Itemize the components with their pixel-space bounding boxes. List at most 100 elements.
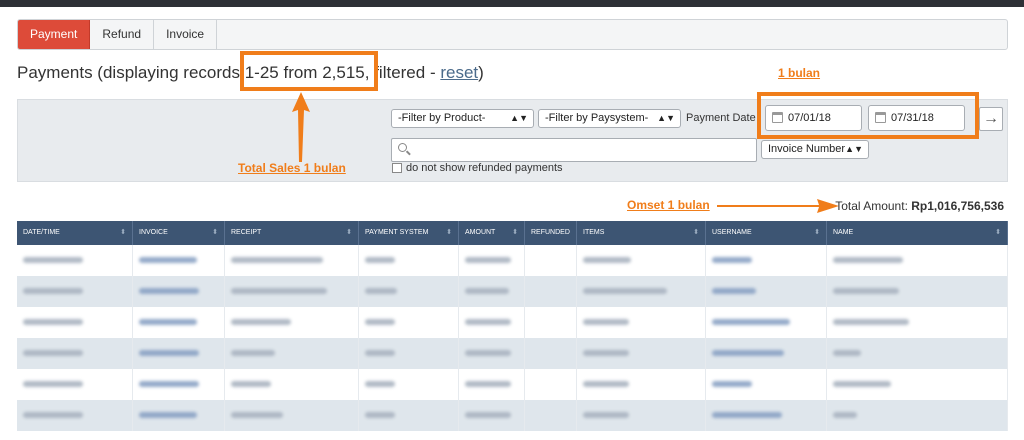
search-field-value: Invoice Number xyxy=(768,143,846,155)
col-header-name[interactable]: NAME ⬍ xyxy=(827,221,1008,245)
table-row[interactable] xyxy=(17,245,1008,276)
table-cell xyxy=(359,245,459,276)
payments-table: DATE/TIME ⬍ INVOICE ⬍ RECEIPT ⬍ PAYMENT SYS… xyxy=(17,221,1008,431)
blurred-cell-content xyxy=(139,412,197,418)
col-header-amount[interactable]: AMOUNT ⬍ xyxy=(459,221,525,245)
table-cell xyxy=(525,307,577,338)
blurred-cell-content xyxy=(231,319,291,325)
col-header-items[interactable]: ITEMS ⬍ xyxy=(577,221,706,245)
title-close: ) xyxy=(478,63,484,82)
table-cell xyxy=(17,307,133,338)
table-cell xyxy=(225,276,359,307)
blurred-cell-content xyxy=(23,288,83,294)
blurred-cell-content xyxy=(465,288,509,294)
blurred-cell-content xyxy=(23,350,83,356)
blurred-cell-content xyxy=(465,319,511,325)
reset-link[interactable]: reset xyxy=(440,63,478,82)
table-cell xyxy=(17,245,133,276)
table-cell xyxy=(577,338,706,369)
table-cell xyxy=(706,307,827,338)
select-arrows-icon: ▲▼ xyxy=(845,144,863,154)
search-input[interactable] xyxy=(391,138,757,162)
col-header-username[interactable]: USERNAME ⬍ xyxy=(706,221,827,245)
blurred-cell-content xyxy=(465,350,511,356)
annotation-one-month: 1 bulan xyxy=(778,66,821,80)
col-header-invoice[interactable]: INVOICE ⬍ xyxy=(133,221,225,245)
title-prefix: Payments (displaying records xyxy=(17,63,245,82)
blurred-cell-content xyxy=(583,381,629,387)
table-cell xyxy=(133,245,225,276)
product-filter-value: -Filter by Product- xyxy=(398,112,486,124)
blurred-cell-content xyxy=(139,350,199,356)
blurred-cell-content xyxy=(23,257,83,263)
table-cell xyxy=(133,369,225,400)
table-row[interactable] xyxy=(17,369,1008,400)
tab-invoice[interactable]: Invoice xyxy=(154,20,218,49)
table-cell xyxy=(359,276,459,307)
annotation-arrow-up xyxy=(292,92,310,162)
table-cell xyxy=(706,369,827,400)
blurred-cell-content xyxy=(833,381,891,387)
annotation-arrow-right xyxy=(717,199,839,213)
blurred-cell-content xyxy=(583,257,631,263)
table-cell xyxy=(577,276,706,307)
table-cell xyxy=(133,338,225,369)
table-cell xyxy=(525,245,577,276)
blurred-cell-content xyxy=(365,319,395,325)
tab-refund[interactable]: Refund xyxy=(90,20,155,49)
table-cell xyxy=(577,400,706,431)
table-cell xyxy=(17,338,133,369)
top-bar xyxy=(0,0,1024,7)
tab-payment[interactable]: Payment xyxy=(18,20,91,49)
tab-bar: Payment Refund Invoice xyxy=(17,19,1008,50)
table-cell xyxy=(133,276,225,307)
blurred-cell-content xyxy=(365,381,395,387)
blurred-cell-content xyxy=(23,412,83,418)
blurred-cell-content xyxy=(465,381,511,387)
total-amount-value: Rp1,016,756,536 xyxy=(911,199,1004,213)
table-cell xyxy=(359,369,459,400)
table-cell xyxy=(225,369,359,400)
col-header-payment-system[interactable]: PAYMENT SYSTEM ⬍ xyxy=(359,221,459,245)
table-cell xyxy=(577,307,706,338)
blurred-cell-content xyxy=(712,288,756,294)
blurred-cell-content xyxy=(139,319,197,325)
search-field-select[interactable]: Invoice Number ▲▼ xyxy=(761,140,869,159)
table-cell xyxy=(577,369,706,400)
table-row[interactable] xyxy=(17,276,1008,307)
refund-checkbox[interactable] xyxy=(392,163,402,173)
table-cell xyxy=(225,400,359,431)
blurred-cell-content xyxy=(139,381,199,387)
table-header: DATE/TIME ⬍ INVOICE ⬍ RECEIPT ⬍ PAYMENT SYS… xyxy=(17,221,1008,245)
table-cell xyxy=(827,369,1008,400)
col-header-refunded[interactable]: REFUNDED xyxy=(525,221,577,245)
table-cell xyxy=(827,338,1008,369)
blurred-cell-content xyxy=(833,412,857,418)
blurred-cell-content xyxy=(712,350,784,356)
table-cell xyxy=(225,245,359,276)
table-cell xyxy=(525,369,577,400)
table-cell xyxy=(133,400,225,431)
apply-filter-button[interactable]: → xyxy=(979,107,1003,131)
table-cell xyxy=(525,338,577,369)
sort-icon: ⬍ xyxy=(512,229,518,236)
paysystem-filter-select[interactable]: -Filter by Paysystem- ▲▼ xyxy=(538,109,681,128)
blurred-cell-content xyxy=(583,412,629,418)
table-row[interactable] xyxy=(17,307,1008,338)
col-header-datetime[interactable]: DATE/TIME ⬍ xyxy=(17,221,133,245)
table-cell xyxy=(359,307,459,338)
table-cell xyxy=(827,307,1008,338)
blurred-cell-content xyxy=(231,381,271,387)
col-header-receipt[interactable]: RECEIPT ⬍ xyxy=(225,221,359,245)
table-row[interactable] xyxy=(17,338,1008,369)
table-cell xyxy=(459,338,525,369)
blurred-cell-content xyxy=(712,381,752,387)
table-row[interactable] xyxy=(17,400,1008,431)
table-cell xyxy=(525,400,577,431)
table-cell xyxy=(706,400,827,431)
blurred-cell-content xyxy=(833,319,909,325)
product-filter-select[interactable]: -Filter by Product- ▲▼ xyxy=(391,109,534,128)
sort-icon: ⬍ xyxy=(212,229,218,236)
table-cell xyxy=(133,307,225,338)
blurred-cell-content xyxy=(365,350,395,356)
